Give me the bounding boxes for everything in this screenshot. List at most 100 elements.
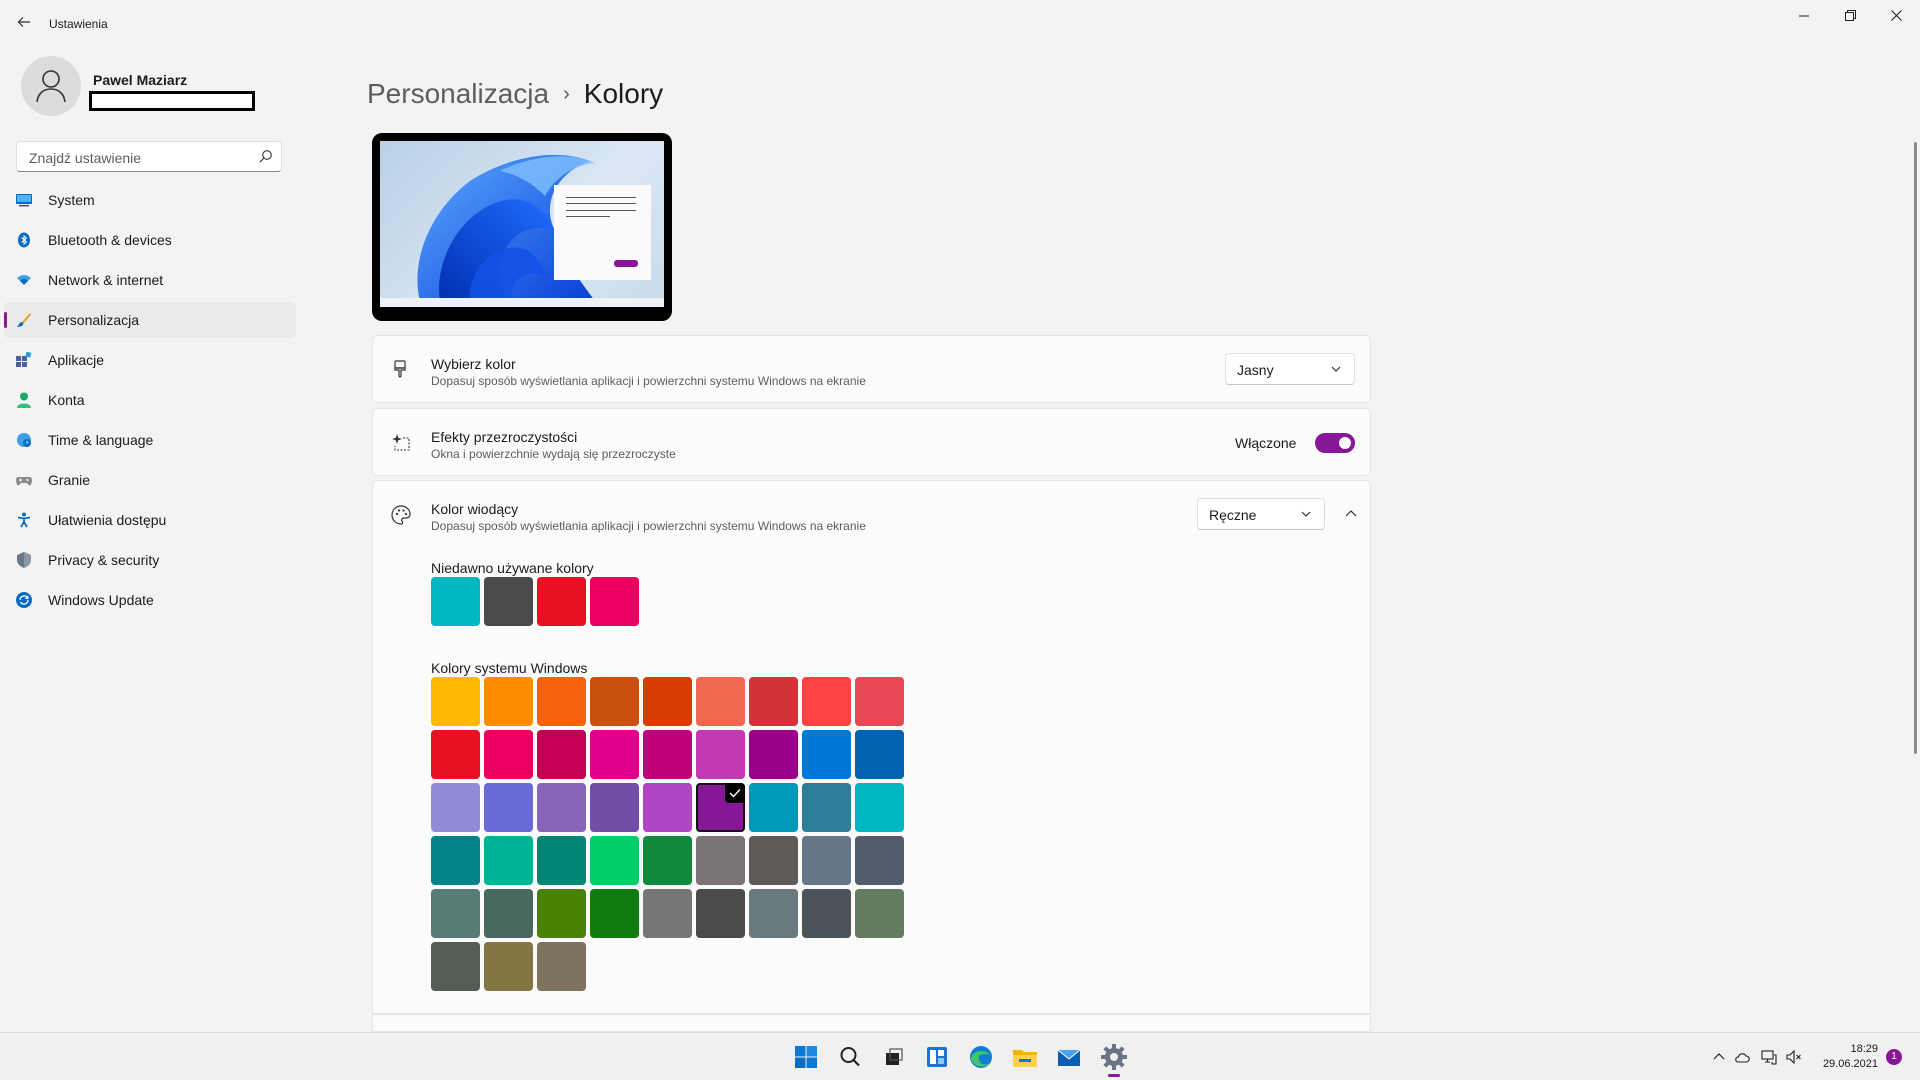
search-icon[interactable] — [259, 149, 273, 163]
chevron-up-icon[interactable] — [1711, 1049, 1727, 1065]
sidebar-item-personalization[interactable]: Personalizacja — [4, 302, 296, 338]
globe-clock-icon — [17, 433, 31, 447]
settings-gear-icon[interactable] — [1098, 1041, 1130, 1077]
transparency-state-label: Włączone — [1235, 435, 1297, 451]
task-view-icon[interactable] — [877, 1041, 909, 1073]
sidebar-item-system[interactable]: System — [4, 182, 296, 218]
restore-button[interactable] — [1827, 0, 1873, 32]
color-swatch[interactable] — [484, 783, 533, 832]
color-swatch[interactable] — [855, 889, 904, 938]
choose-color-card: Wybierz kolor Dopasuj sposób wyświetlani… — [372, 335, 1371, 403]
color-swatch[interactable] — [431, 577, 480, 626]
color-swatch[interactable] — [484, 942, 533, 991]
color-swatch[interactable] — [802, 730, 851, 779]
search-box[interactable] — [16, 141, 282, 172]
color-swatch[interactable] — [749, 889, 798, 938]
color-swatch[interactable] — [484, 730, 533, 779]
color-swatch[interactable] — [431, 730, 480, 779]
color-swatch[interactable] — [431, 942, 480, 991]
notification-badge[interactable]: 1 — [1886, 1049, 1902, 1065]
color-swatch[interactable] — [749, 836, 798, 885]
sidebar-item-apps[interactable]: Aplikacje — [4, 342, 296, 378]
color-swatch[interactable] — [643, 836, 692, 885]
color-swatch[interactable] — [431, 677, 480, 726]
color-swatch[interactable] — [590, 577, 639, 626]
color-swatch[interactable] — [749, 677, 798, 726]
color-swatch[interactable] — [537, 677, 586, 726]
transparency-toggle[interactable] — [1315, 433, 1355, 453]
color-swatch[interactable] — [484, 889, 533, 938]
back-arrow-icon[interactable] — [14, 14, 34, 34]
speaker-muted-icon[interactable] — [1786, 1049, 1802, 1065]
color-swatch[interactable] — [431, 783, 480, 832]
sparkle-icon — [392, 434, 410, 451]
color-swatch[interactable] — [484, 577, 533, 626]
color-swatch[interactable] — [696, 889, 745, 938]
breadcrumb-separator: › — [563, 83, 570, 105]
minimize-button[interactable] — [1781, 0, 1827, 32]
windows-start-icon[interactable] — [790, 1041, 822, 1073]
accent-mode-dropdown[interactable]: Ręczne — [1197, 498, 1325, 530]
color-mode-dropdown[interactable]: Jasny — [1225, 353, 1355, 385]
sidebar-item-accounts[interactable]: Konta — [4, 382, 296, 418]
color-swatch[interactable] — [643, 730, 692, 779]
scrollbar[interactable] — [1914, 142, 1917, 754]
sidebar-item-label: Windows Update — [48, 592, 154, 608]
sidebar-item-gaming[interactable]: Granie — [4, 462, 296, 498]
color-swatch[interactable] — [537, 783, 586, 832]
sidebar-item-time-language[interactable]: Time & language — [4, 422, 296, 458]
color-swatch[interactable] — [590, 889, 639, 938]
color-swatch[interactable] — [802, 889, 851, 938]
color-swatch[interactable] — [749, 783, 798, 832]
color-swatch[interactable] — [484, 677, 533, 726]
color-swatch[interactable] — [802, 836, 851, 885]
color-swatch[interactable] — [431, 836, 480, 885]
color-swatch[interactable] — [590, 677, 639, 726]
collapse-button[interactable] — [1335, 498, 1367, 530]
color-swatch[interactable] — [696, 783, 745, 832]
color-swatch[interactable] — [643, 783, 692, 832]
color-swatch[interactable] — [696, 730, 745, 779]
sidebar-item-privacy-security[interactable]: Privacy & security — [4, 542, 296, 578]
brush-icon — [17, 313, 31, 327]
color-swatch[interactable] — [537, 577, 586, 626]
checkmark-icon — [725, 783, 745, 803]
color-swatch[interactable] — [537, 730, 586, 779]
color-swatch[interactable] — [855, 836, 904, 885]
edge-icon[interactable] — [965, 1041, 997, 1073]
sidebar-item-network[interactable]: Network & internet — [4, 262, 296, 298]
color-swatch[interactable] — [590, 836, 639, 885]
widgets-icon[interactable] — [921, 1041, 953, 1073]
accent-desc: Dopasuj sposób wyświetlania aplikacji i … — [431, 519, 866, 533]
color-swatch[interactable] — [590, 730, 639, 779]
color-swatch[interactable] — [537, 942, 586, 991]
mail-icon[interactable] — [1053, 1041, 1085, 1073]
color-swatch[interactable] — [643, 677, 692, 726]
color-swatch[interactable] — [855, 730, 904, 779]
color-swatch[interactable] — [696, 677, 745, 726]
sidebar-item-windows-update[interactable]: Windows Update — [4, 582, 296, 618]
color-swatch[interactable] — [537, 836, 586, 885]
breadcrumb-parent[interactable]: Personalizacja — [367, 78, 549, 109]
color-swatch[interactable] — [855, 783, 904, 832]
cloud-icon[interactable] — [1734, 1049, 1750, 1065]
sidebar-item-bluetooth[interactable]: Bluetooth & devices — [4, 222, 296, 258]
color-swatch[interactable] — [537, 889, 586, 938]
close-button[interactable] — [1873, 0, 1919, 32]
color-swatch[interactable] — [802, 677, 851, 726]
color-swatch[interactable] — [855, 677, 904, 726]
color-swatch[interactable] — [484, 836, 533, 885]
search-input[interactable] — [27, 148, 251, 168]
color-swatch[interactable] — [802, 783, 851, 832]
color-swatch[interactable] — [643, 889, 692, 938]
color-swatch[interactable] — [749, 730, 798, 779]
network-icon[interactable] — [1761, 1049, 1777, 1065]
color-swatch[interactable] — [431, 889, 480, 938]
search-icon[interactable] — [834, 1041, 866, 1073]
color-swatch[interactable] — [696, 836, 745, 885]
file-explorer-icon[interactable] — [1009, 1041, 1041, 1073]
next-settings-card — [372, 1014, 1371, 1032]
sidebar-item-accessibility[interactable]: Ułatwienia dostępu — [4, 502, 296, 538]
color-swatch[interactable] — [590, 783, 639, 832]
system-clock[interactable]: 18:29 29.06.2021 — [1812, 1042, 1878, 1072]
